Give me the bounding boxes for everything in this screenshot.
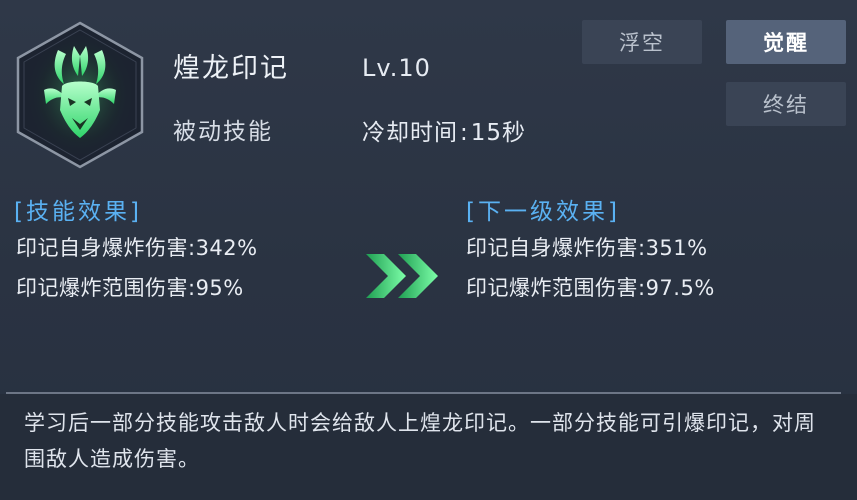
current-effect-line: 印记自身爆炸伤害:342% xyxy=(16,236,258,260)
next-effect-line: 印记自身爆炸伤害:351% xyxy=(466,236,708,260)
current-effect-line: 印记爆炸范围伤害:95% xyxy=(16,276,244,300)
cooldown-value: 15秒 xyxy=(470,120,527,146)
next-effect-line: 印记爆炸范围伤害:97.5% xyxy=(466,276,715,300)
double-chevron-right-icon xyxy=(362,250,446,302)
skill-name: 煌龙印记 xyxy=(173,53,289,84)
dragon-mask-icon xyxy=(16,21,144,169)
skill-description: 学习后一部分技能攻击敌人时会给敌人上煌龙印记。一部分技能可引爆印记，对周围敌人造… xyxy=(24,411,816,471)
tab-finish[interactable]: 终结 xyxy=(726,82,846,126)
cooldown-info: 冷却时间:15秒 xyxy=(362,120,527,146)
skill-level: Lv.10 xyxy=(362,54,431,82)
tab-awaken[interactable]: 觉醒 xyxy=(726,20,846,64)
current-effect-title: [技能效果] xyxy=(14,199,142,225)
tab-float[interactable]: 浮空 xyxy=(582,20,702,64)
skill-type: 被动技能 xyxy=(173,119,273,145)
next-effect-title: [下一级效果] xyxy=(466,199,620,225)
skill-detail-panel: 煌龙印记 Lv.10 被动技能 冷却时间:15秒 浮空 觉醒 终结 [技能效果]… xyxy=(0,0,857,500)
cooldown-label: 冷却时间 xyxy=(362,120,458,146)
skill-icon-frame[interactable] xyxy=(14,20,146,170)
